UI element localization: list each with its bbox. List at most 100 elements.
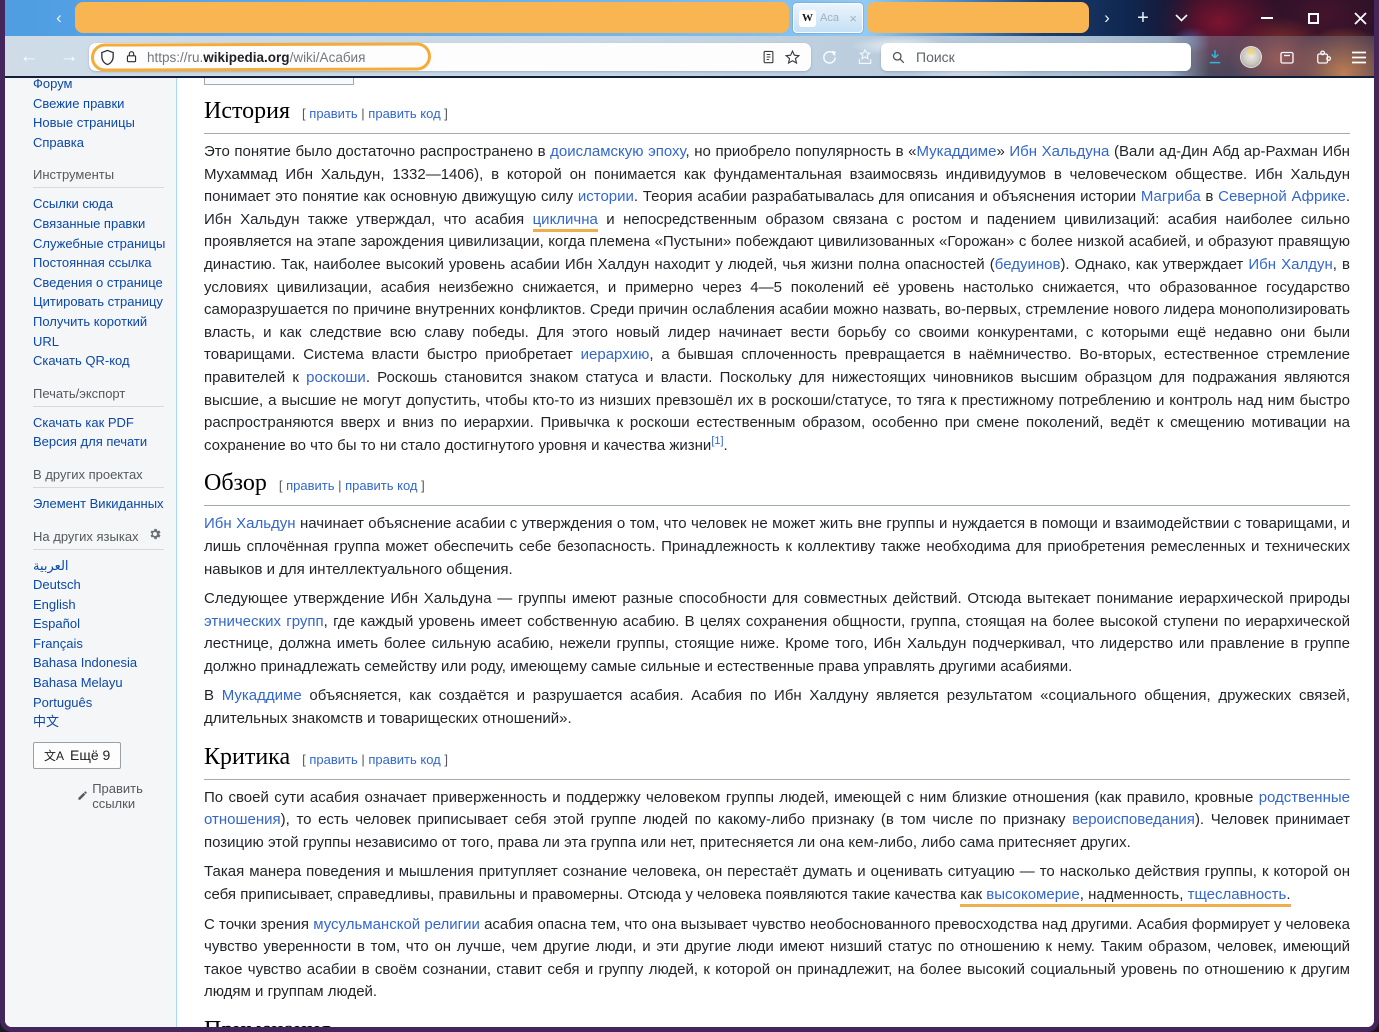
separator: | [357, 106, 369, 121]
bookmark-star-icon[interactable] [784, 49, 801, 66]
redacted-tab-group-1[interactable] [75, 2, 789, 33]
edit-source-link[interactable]: править код [409, 1025, 481, 1027]
sidebar-item[interactable]: Español [33, 614, 176, 634]
search-bar[interactable] [881, 43, 1191, 71]
tab-title: Аса [820, 12, 839, 24]
sidebar-item[interactable]: Bahasa Indonesia [33, 653, 176, 673]
sidebar-item[interactable]: Bahasa Melayu [33, 673, 176, 693]
reference-superscript[interactable]: [1] [711, 435, 723, 447]
sidebar-item[interactable]: Связанные правки [33, 214, 176, 234]
sidebar-item[interactable]: Служебные страницы [33, 234, 176, 254]
new-tab-button[interactable]: + [1127, 0, 1159, 36]
close-window-button[interactable] [1341, 0, 1374, 36]
minimize-button[interactable] [1248, 0, 1286, 36]
section-title: Обзор [204, 470, 267, 497]
containers-button[interactable] [1269, 38, 1305, 76]
section-heading: Обзор [ править | править код ] [204, 469, 1350, 507]
close-icon [1353, 11, 1367, 25]
account-button[interactable] [1233, 38, 1269, 76]
wiki-link[interactable]: Ибн Халдун [1248, 256, 1332, 273]
search-input[interactable] [914, 48, 1144, 66]
sidebar-item[interactable]: العربية [33, 556, 176, 576]
edit-source-link[interactable]: править код [368, 106, 440, 121]
wiki-link[interactable]: иерархию [581, 346, 650, 363]
text-run: » [996, 143, 1010, 160]
close-tab-icon[interactable]: × [849, 11, 857, 26]
wiki-link[interactable]: Ибн Хальдуна [1009, 143, 1109, 160]
text-run: как [960, 886, 987, 908]
wiki-link[interactable]: Магриба [1141, 188, 1201, 205]
sidebar-item[interactable]: Элемент Викиданных [33, 494, 176, 514]
plus-icon: + [1137, 6, 1149, 29]
edit-link[interactable]: править [309, 106, 357, 121]
chevron-right-icon: › [1104, 8, 1110, 27]
sidebar-item[interactable]: Скачать как PDF [33, 413, 176, 433]
edit-interlanguage-links[interactable]: Править ссылки [77, 781, 176, 811]
maximize-button[interactable] [1294, 0, 1332, 36]
redacted-tab-group-2[interactable] [867, 2, 1089, 33]
paragraph: По своей сути асабия означает приверженн… [204, 787, 1350, 855]
wiki-link[interactable]: истории [578, 188, 634, 205]
wiki-link[interactable]: бедуинов [995, 256, 1061, 273]
edit-link[interactable]: править [309, 752, 357, 767]
more-languages-button[interactable]: 文A Ещё 9 [33, 741, 122, 769]
wiki-link[interactable]: Мукаддиме [222, 687, 302, 704]
edit-link[interactable]: править [286, 478, 334, 493]
extensions-button[interactable] [1305, 38, 1341, 76]
menu-button[interactable] [1341, 38, 1374, 76]
list-all-tabs-button[interactable] [1165, 0, 1197, 36]
sidebar-item[interactable]: Скачать QR-код [33, 351, 176, 371]
back-button[interactable]: ← [11, 38, 47, 76]
sidebar-item[interactable]: Сведения о странице [33, 273, 176, 293]
wiki-link[interactable]: мусульманской религии [313, 916, 480, 933]
wiki-link[interactable]: этнических групп [204, 613, 324, 630]
section-title: Примечания [204, 1017, 331, 1027]
sidebar-item[interactable]: Português [33, 693, 176, 713]
sidebar-item[interactable]: Постоянная ссылка [33, 253, 176, 273]
sidebar-item[interactable]: Цитировать страницу [33, 292, 176, 312]
text-run: Это понятие было достаточно распростране… [204, 143, 551, 160]
wiki-link[interactable]: роскоши [306, 369, 366, 386]
section-heading: История [ править | править код ] [204, 97, 1350, 134]
active-tab[interactable]: W Аса × [793, 3, 863, 33]
sidebar-item[interactable]: English [33, 595, 176, 615]
edit-link[interactable]: править [350, 1025, 398, 1027]
wiki-link[interactable]: Ибн Хальдун [204, 515, 296, 532]
wiki-link[interactable]: [1] [711, 435, 723, 447]
sidebar-item[interactable]: Deutsch [33, 575, 176, 595]
wiki-link[interactable]: высокомерие [986, 886, 1080, 908]
sidebar-item[interactable]: Свежие правки [33, 94, 176, 114]
gear-icon[interactable] [148, 527, 162, 544]
wiki-link[interactable]: доисламскую эпоху [550, 143, 685, 160]
sidebar-item[interactable]: Форум [33, 78, 176, 94]
wiki-link[interactable]: вероисповедания [1072, 811, 1195, 828]
sidebar-item[interactable]: Français [33, 634, 176, 654]
sidebar-item[interactable]: Справка [33, 133, 176, 153]
text-run: ). Однако, как утверждает [1060, 255, 1249, 273]
text-run: Следующее утверждение Ибн Хальдуна — гру… [204, 590, 1350, 608]
sidebar-item[interactable]: 中文 [33, 712, 176, 732]
wiki-link[interactable]: Северной Африке [1218, 188, 1346, 205]
library-save-button[interactable] [847, 38, 883, 76]
sidebar-item[interactable]: Новые страницы [33, 113, 176, 133]
scroll-tabs-left-button[interactable]: ‹ [43, 0, 75, 36]
edit-source-link[interactable]: править код [345, 478, 417, 493]
scroll-tabs-right-button[interactable]: › [1091, 0, 1123, 36]
reload-button[interactable] [811, 38, 847, 76]
downloads-button[interactable] [1197, 38, 1233, 76]
sidebar-item[interactable]: Версия для печати [33, 432, 176, 452]
reader-view-icon[interactable] [761, 49, 776, 65]
paragraph: Следующее утверждение Ибн Хальдуна — гру… [204, 588, 1350, 678]
lock-icon[interactable] [124, 49, 139, 65]
tracking-shield-icon[interactable] [99, 49, 116, 66]
sidebar-item[interactable]: Ссылки сюда [33, 194, 176, 214]
wiki-link[interactable]: циклична [532, 210, 598, 232]
wiki-link[interactable]: тщеславность [1187, 886, 1287, 908]
sidebar-group: На других языках العربية Deutsch English Esp… [33, 527, 176, 732]
text-run: В [204, 687, 222, 705]
wiki-link[interactable]: Мукаддиме [917, 143, 997, 160]
forward-button[interactable]: → [51, 38, 87, 76]
url-bar[interactable]: https://ru.wikipedia.org/wiki/Асабия [89, 42, 811, 72]
edit-source-link[interactable]: править код [368, 752, 440, 767]
sidebar-item[interactable]: Получить короткий URL [33, 312, 176, 351]
